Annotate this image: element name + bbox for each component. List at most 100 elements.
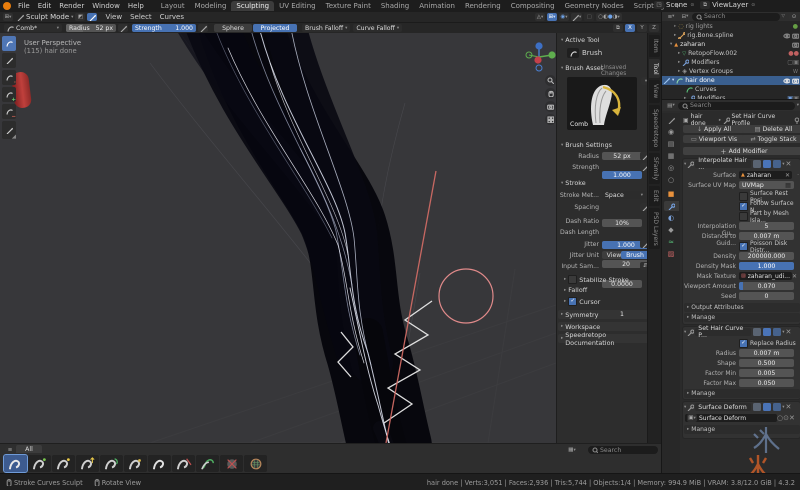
tab-edit[interactable]: Edit (649, 186, 660, 206)
properties-tab-output[interactable]: ▤ (665, 139, 677, 149)
snap-toggle[interactable]: ⊞ ▾ (547, 13, 557, 21)
density-field[interactable]: 200000.000 (739, 252, 794, 260)
pan-icon[interactable] (545, 88, 556, 99)
strength-field[interactable]: 1.000 (602, 171, 642, 179)
brush-asset-4[interactable] (76, 455, 99, 472)
outliner-filter-collection-icon[interactable]: ⊟ ▾ (680, 12, 690, 21)
mod2-editmode-toggle[interactable] (753, 328, 762, 336)
stroke-panel-header[interactable]: ▾ Stroke (558, 179, 586, 187)
properties-tab-modifiers[interactable] (664, 201, 679, 211)
brush-asset-2[interactable] (28, 455, 51, 472)
radius-slider[interactable]: Radius 52 px (66, 24, 116, 32)
mod1-render-toggle[interactable] (773, 160, 782, 168)
cursor-subpanel[interactable]: ▸ ✓ Cursor (561, 297, 600, 306)
toggle-stack-button[interactable]: ⇄ Toggle Stack (742, 135, 800, 143)
brush-asset-comb[interactable] (3, 454, 28, 473)
workspace-tab-uv-editing[interactable]: UV Editing (274, 1, 321, 11)
workspace-tab-texture-paint[interactable]: Texture Paint (321, 1, 376, 11)
mod2-expand-icon[interactable]: ▾ (684, 330, 686, 335)
jitter-unit-brush-button[interactable]: Brush (621, 251, 649, 259)
shape-field[interactable]: 0.500 (739, 359, 794, 367)
brush-asset-6[interactable] (124, 455, 147, 472)
outliner-row-curves[interactable]: Curves (662, 85, 800, 94)
mode-selector[interactable]: Sculpt Mode (26, 13, 69, 21)
brush-asset-10[interactable] (220, 455, 243, 472)
mask-texture-field[interactable]: ▨ zaharan_udi... ✕ (739, 272, 797, 280)
asset-shelf-display-icon[interactable]: ▦ ▾ (567, 446, 577, 454)
falloff-shape-sphere-button[interactable]: Sphere (214, 24, 252, 32)
mod1-realtime-toggle[interactable] (763, 160, 772, 168)
mod2-realtime-toggle[interactable] (763, 328, 772, 336)
blender-logo-icon[interactable] (3, 2, 11, 10)
falloff-shape-projected-button[interactable]: Projected (253, 24, 297, 32)
mod1-extras-icon[interactable]: ▾ (782, 162, 784, 167)
menu-file[interactable]: File (14, 2, 34, 10)
outliner-row-vertex-groups[interactable]: ▸ ◈ Vertex Groups W (662, 67, 800, 76)
mod2-radius-field[interactable]: 0.007 m (739, 349, 794, 357)
curves-toggle-icon[interactable]: ◩ (75, 13, 86, 21)
properties-tab-scene[interactable]: ◎ (665, 163, 677, 173)
viewport-3d[interactable]: · + − ◢ User Perspective (115) hair done… (0, 33, 661, 443)
surface-rest-checkbox[interactable] (739, 192, 748, 201)
brush-selector[interactable]: Comb* ▾ (4, 24, 62, 32)
navigation-gizmo[interactable] (521, 40, 557, 74)
outliner-filter-icon[interactable]: ▽ (782, 14, 785, 19)
properties-tab-viewlayer[interactable]: ▦ (665, 151, 677, 161)
workspace-tab-shading[interactable]: Shading (376, 1, 414, 11)
workspace-tab-compositing[interactable]: Compositing (506, 1, 560, 11)
brush-asset-11[interactable] (244, 455, 267, 472)
mod2-manage-subpanel[interactable]: ▸ Manage (684, 389, 800, 398)
properties-filter-icon[interactable]: ▾ (797, 103, 799, 108)
mod3-realtime-toggle[interactable] (763, 403, 772, 411)
mod3-manage-subpanel[interactable]: ▸ Manage (684, 425, 800, 434)
properties-tab-tool[interactable] (665, 115, 677, 125)
tool-density[interactable]: · (2, 70, 16, 86)
poisson-disk-checkbox[interactable]: ✓ (739, 242, 748, 251)
mod1-manage-subpanel[interactable]: ▸ Manage (684, 313, 800, 322)
mod1-expand-icon[interactable]: ▾ (684, 162, 686, 167)
part-by-mesh-row[interactable]: Part by Mesh Isla... (739, 210, 800, 224)
workspace-tab-rendering[interactable]: Rendering (460, 1, 506, 11)
mod2-close-icon[interactable]: ✕ (786, 328, 792, 336)
workspace-tab-sculpting[interactable]: Sculpting (231, 1, 275, 11)
tab-view[interactable]: View (649, 80, 660, 103)
properties-search-input[interactable]: Search (678, 101, 795, 110)
outliner-row-zaharan[interactable]: ▾ ▲ zaharan (662, 40, 800, 49)
viewport-vis-button[interactable]: ▭ Viewport Vis (683, 135, 745, 143)
stabilize-checkbox[interactable] (568, 275, 578, 284)
output-attributes-subpanel[interactable]: ▸ Output Attributes (684, 303, 800, 312)
tool-delete[interactable]: − (2, 104, 16, 120)
mod3-name-field[interactable]: Surface Deform (695, 403, 752, 411)
tab-item[interactable]: Item (649, 35, 660, 57)
interpolation-guides-field[interactable]: 5 (739, 222, 794, 230)
properties-editor-type-icon[interactable]: ▤ ▾ (666, 101, 676, 110)
outliner-row-modifiers-zaharan[interactable]: ▸ Modifiers ▢▣ (662, 58, 800, 67)
mod2-render-toggle[interactable] (773, 328, 782, 336)
delete-all-button[interactable]: ▤ Delete All (742, 125, 800, 133)
mod1-editmode-toggle[interactable] (753, 160, 762, 168)
tool-pencil[interactable] (2, 53, 16, 68)
tool-slide[interactable]: ◢ (2, 121, 16, 140)
outliner-row-lights[interactable]: ▸ ◌ rig lights ● (662, 22, 800, 31)
stroke-method-dropdown[interactable]: Space ▾ (602, 191, 646, 199)
workspace-tab-layout[interactable]: Layout (156, 1, 190, 11)
brush-asset-9[interactable] (196, 455, 219, 472)
workspace-tab-animation[interactable]: Animation (414, 1, 460, 11)
add-modifier-button[interactable]: ＋ Add Modifier (683, 147, 800, 156)
radius-field[interactable]: 52 px (602, 152, 642, 160)
outliner-row-retopoflow[interactable]: ▸ ▽ RetopoFlow.002 ●● (662, 49, 800, 58)
menu-edit[interactable]: Edit (34, 2, 56, 10)
outliner-search-input[interactable]: Search (692, 12, 780, 21)
tool-comb[interactable] (2, 36, 16, 51)
falloff-subpanel[interactable]: ▸ Falloff (561, 286, 587, 294)
workspace-tab-geometry-nodes[interactable]: Geometry Nodes (560, 1, 629, 11)
mirror-y-button[interactable]: Y (637, 24, 647, 32)
tab-psd-layers[interactable]: PSD Layers (649, 207, 660, 250)
properties-tab-physics[interactable]: ◐ (665, 213, 677, 223)
strength-pressure-icon[interactable] (198, 24, 208, 32)
brush-asset-8[interactable] (172, 455, 195, 472)
asset-shelf-menu-icon[interactable]: ≡ (5, 446, 15, 454)
mod3-editmode-toggle[interactable] (753, 403, 762, 411)
editor-type-icon[interactable]: ⊞ ▾ (3, 13, 13, 21)
proportional-edit-dropdown[interactable]: ◉ ▾ (559, 13, 569, 21)
